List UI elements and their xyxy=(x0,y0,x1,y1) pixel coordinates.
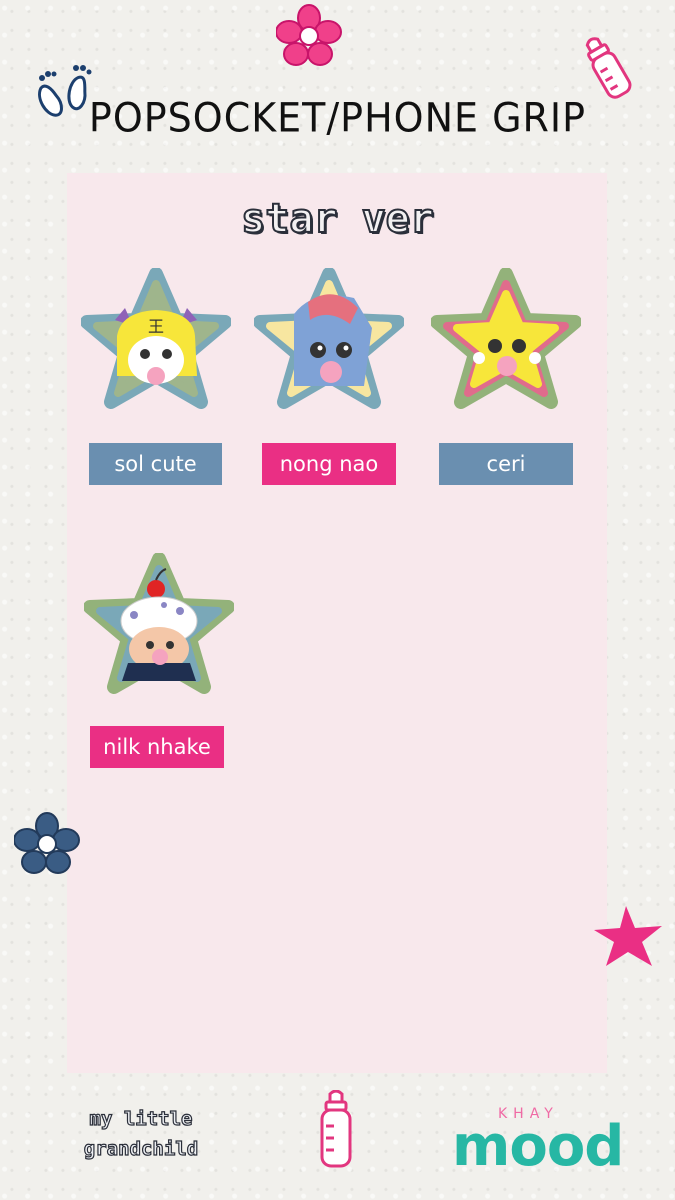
flower-icon xyxy=(276,4,342,66)
tagline-line1: my little xyxy=(89,1107,193,1130)
product-image-sol-cute[interactable]: 王 xyxy=(81,268,231,418)
baby-bottle-icon xyxy=(585,37,632,99)
svg-text:王: 王 xyxy=(148,317,164,336)
product-image-ceri[interactable] xyxy=(431,268,581,418)
brand-logo-text: mood xyxy=(452,1114,624,1179)
product-label[interactable]: nilk nhake xyxy=(90,726,224,768)
flower-icon xyxy=(14,812,80,874)
product-label[interactable]: nong nao xyxy=(262,443,396,485)
page-title: POPSOCKET/PHONE GRIP xyxy=(88,94,587,142)
tagline-line2: grandchild xyxy=(83,1137,199,1160)
product-label[interactable]: sol cute xyxy=(89,443,222,485)
star-icon xyxy=(594,906,662,966)
product-image-nong-nao[interactable] xyxy=(254,268,404,418)
baby-bottle-icon xyxy=(320,1090,352,1168)
footer-tagline: my little grandchild xyxy=(66,1104,216,1164)
product-label[interactable]: ceri xyxy=(439,443,573,485)
section-subtitle: star ver xyxy=(240,195,435,243)
product-image-nilk-nhake[interactable] xyxy=(84,553,234,703)
